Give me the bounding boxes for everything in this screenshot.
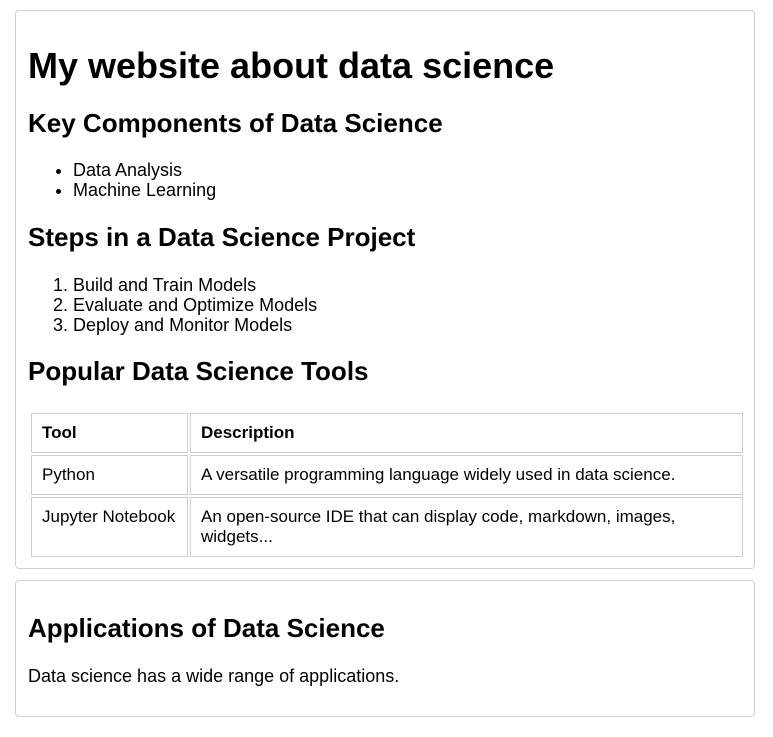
list-item: Evaluate and Optimize Models: [73, 295, 317, 315]
table-header-row: Tool Description: [31, 413, 743, 453]
applications-heading: Applications of Data Science: [28, 613, 385, 643]
tool-name-cell: Python: [31, 455, 188, 495]
tools-heading: Popular Data Science Tools: [28, 356, 369, 386]
applications-card: Applications of Data Science Data scienc…: [15, 580, 755, 717]
tools-table: Tool Description Python A versatile prog…: [29, 411, 745, 559]
column-header-tool: Tool: [31, 413, 188, 453]
applications-text: Data science has a wide range of applica…: [28, 666, 400, 686]
key-components-list: Data Analysis Machine Learning: [73, 160, 216, 200]
tool-description-cell: An open-source IDE that can display code…: [190, 497, 743, 557]
list-item: Deploy and Monitor Models: [73, 315, 317, 335]
steps-heading: Steps in a Data Science Project: [28, 222, 416, 252]
column-header-description: Description: [190, 413, 743, 453]
table-row: Jupyter Notebook An open-source IDE that…: [31, 497, 743, 557]
tool-description-cell: A versatile programming language widely …: [190, 455, 743, 495]
table-row: Python A versatile programming language …: [31, 455, 743, 495]
list-item: Build and Train Models: [73, 275, 317, 295]
tool-name-cell: Jupyter Notebook: [31, 497, 188, 557]
page-title: My website about data science: [28, 45, 555, 86]
list-item: Data Analysis: [73, 160, 216, 180]
steps-list: Build and Train Models Evaluate and Opti…: [73, 275, 317, 335]
key-components-heading: Key Components of Data Science: [28, 108, 443, 138]
list-item: Machine Learning: [73, 180, 216, 200]
main-content-card: My website about data science Key Compon…: [15, 10, 755, 569]
